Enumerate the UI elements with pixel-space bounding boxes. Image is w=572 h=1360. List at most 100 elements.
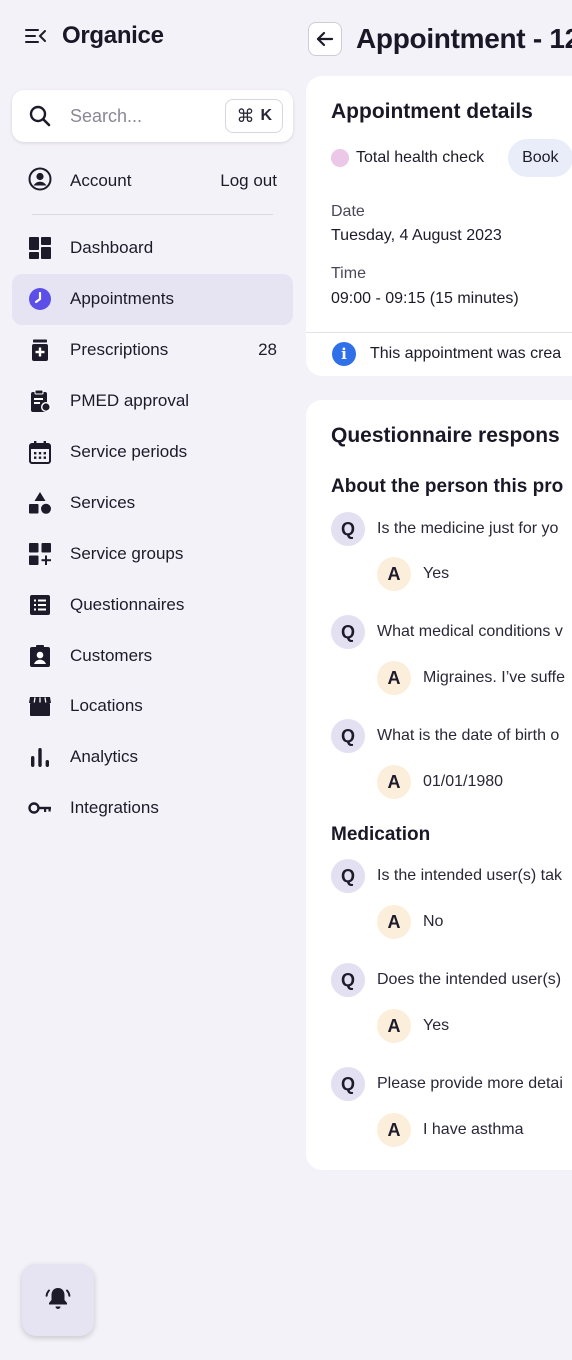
questionnaire-title: Questionnaire respons: [331, 424, 560, 447]
sidebar-item-label: Questionnaires: [70, 594, 185, 614]
prescription-icon: [28, 338, 52, 362]
answer-text: Yes: [423, 1017, 450, 1034]
search-input[interactable]: [70, 105, 210, 127]
main-content: Appointment - 12 Appointment details Tot…: [306, 0, 572, 1360]
date-label: Date: [331, 203, 365, 220]
question-text: Is the medicine just for yo: [377, 520, 559, 537]
keyboard-shortcut: ⌘ K: [225, 99, 283, 133]
answer-row: A 01/01/1980: [377, 765, 503, 799]
sidebar-item-pmed-approval[interactable]: PMED approval: [12, 376, 293, 427]
arrow-left-icon: [316, 31, 334, 47]
question-row: Q Does the intended user(s): [331, 963, 561, 997]
question-badge: Q: [331, 1067, 365, 1101]
bar-chart-icon: [28, 745, 52, 769]
question-badge: Q: [331, 512, 365, 546]
command-key-icon: ⌘: [236, 105, 255, 127]
sidebar-nav: Dashboard Appointments Prescriptions 28 …: [12, 223, 293, 834]
info-icon: i: [332, 342, 356, 366]
dashboard-icon: [28, 236, 52, 260]
prescriptions-count: 28: [258, 340, 277, 360]
logout-link[interactable]: Log out: [220, 171, 277, 191]
sidebar-item-label: Analytics: [70, 747, 139, 767]
sidebar-item-label: Service periods: [70, 442, 188, 461]
clock-icon: [28, 287, 52, 311]
answer-text: No: [423, 913, 444, 930]
grid-plus-icon: [28, 542, 52, 566]
sidebar-item-customers[interactable]: Customers: [12, 630, 293, 681]
shapes-icon: [28, 491, 52, 515]
time-label: Time: [331, 265, 366, 282]
section-heading: Medication: [331, 824, 431, 845]
sidebar-item-label: Integrations: [70, 798, 159, 818]
answer-badge: A: [377, 905, 411, 939]
sidebar-divider: [32, 214, 273, 215]
sidebar-item-integrations[interactable]: Integrations: [12, 783, 293, 834]
answer-row: A I have asthma: [377, 1113, 524, 1147]
question-row: Q What is the date of birth o: [331, 719, 559, 753]
answer-badge: A: [377, 1113, 411, 1147]
status-badge: Book: [508, 139, 572, 177]
brand: Organice: [24, 22, 164, 50]
answer-text: 01/01/1980: [423, 773, 504, 790]
appointment-details-title: Appointment details: [331, 100, 533, 123]
sidebar-item-label: Prescriptions: [70, 340, 169, 360]
question-badge: Q: [331, 615, 365, 649]
sidebar-item-prescriptions[interactable]: Prescriptions 28: [12, 325, 293, 376]
sidebar-item-appointments[interactable]: Appointments: [12, 273, 293, 325]
search-icon: [28, 104, 52, 128]
answer-badge: A: [377, 765, 411, 799]
account-row[interactable]: Account Log out: [12, 156, 293, 206]
answer-text: I have asthma: [423, 1121, 524, 1138]
sidebar-item-label: Appointments: [70, 289, 174, 309]
sidebar-item-analytics[interactable]: Analytics: [12, 732, 293, 783]
sidebar-item-dashboard[interactable]: Dashboard: [12, 223, 293, 274]
sidebar-item-service-periods[interactable]: Service periods: [12, 427, 293, 478]
answer-badge: A: [377, 661, 411, 695]
calendar-icon: [28, 440, 52, 464]
account-label[interactable]: Account: [70, 171, 131, 191]
service-color-dot: [331, 149, 349, 167]
card-divider: [306, 332, 572, 333]
answer-badge: A: [377, 1009, 411, 1043]
answer-badge: A: [377, 557, 411, 591]
clipboard-icon: [28, 389, 52, 413]
sidebar-item-label: PMED approval: [70, 391, 190, 411]
section-heading: About the person this pro: [331, 476, 564, 497]
sidebar-item-label: Services: [70, 492, 136, 512]
person-badge-icon: [28, 644, 52, 668]
appointment-details-card: Appointment details Total health check B…: [306, 76, 572, 376]
notifications-button[interactable]: [22, 1264, 94, 1336]
sidebar-item-questionnaires[interactable]: Questionnaires: [12, 579, 293, 630]
page-title: Appointment - 12: [356, 23, 572, 54]
question-text: What medical conditions v: [377, 623, 563, 640]
date-value: Tuesday, 4 August 2023: [331, 227, 502, 244]
question-text: Please provide more detai: [377, 1075, 563, 1092]
answer-text: Migraines. I’ve suffe: [423, 669, 565, 686]
page-header: Appointment - 12: [308, 22, 572, 56]
question-row: Q What medical conditions v: [331, 615, 563, 649]
question-text: Does the intended user(s): [377, 971, 562, 988]
sidebar-item-service-groups[interactable]: Service groups: [12, 528, 293, 579]
sidebar-item-locations[interactable]: Locations: [12, 681, 293, 732]
answer-row: A Migraines. I’ve suffe: [377, 661, 565, 695]
info-banner: i This appointment was crea: [332, 342, 561, 366]
question-badge: Q: [331, 859, 365, 893]
question-row: Q Is the medicine just for yo: [331, 512, 558, 546]
search-box[interactable]: ⌘ K: [12, 90, 293, 142]
questionnaire-card: Questionnaire respons About the person t…: [306, 400, 572, 1170]
sidebar: Organice ⌘ K Account Log out Dashboard A…: [0, 0, 306, 1360]
answer-row: A No: [377, 905, 443, 939]
store-icon: [28, 694, 52, 718]
answer-text: Yes: [423, 565, 450, 582]
question-row: Q Please provide more detai: [331, 1067, 563, 1101]
question-badge: Q: [331, 963, 365, 997]
sidebar-item-services[interactable]: Services: [12, 477, 293, 528]
info-text: This appointment was crea: [370, 345, 562, 362]
account-icon: [28, 167, 52, 196]
shortcut-key: K: [260, 107, 272, 124]
sidebar-item-label: Locations: [70, 696, 143, 716]
back-button[interactable]: [308, 22, 342, 56]
question-badge: Q: [331, 719, 365, 753]
service-name: Total health check: [356, 149, 485, 166]
collapse-menu-icon[interactable]: [24, 24, 48, 48]
